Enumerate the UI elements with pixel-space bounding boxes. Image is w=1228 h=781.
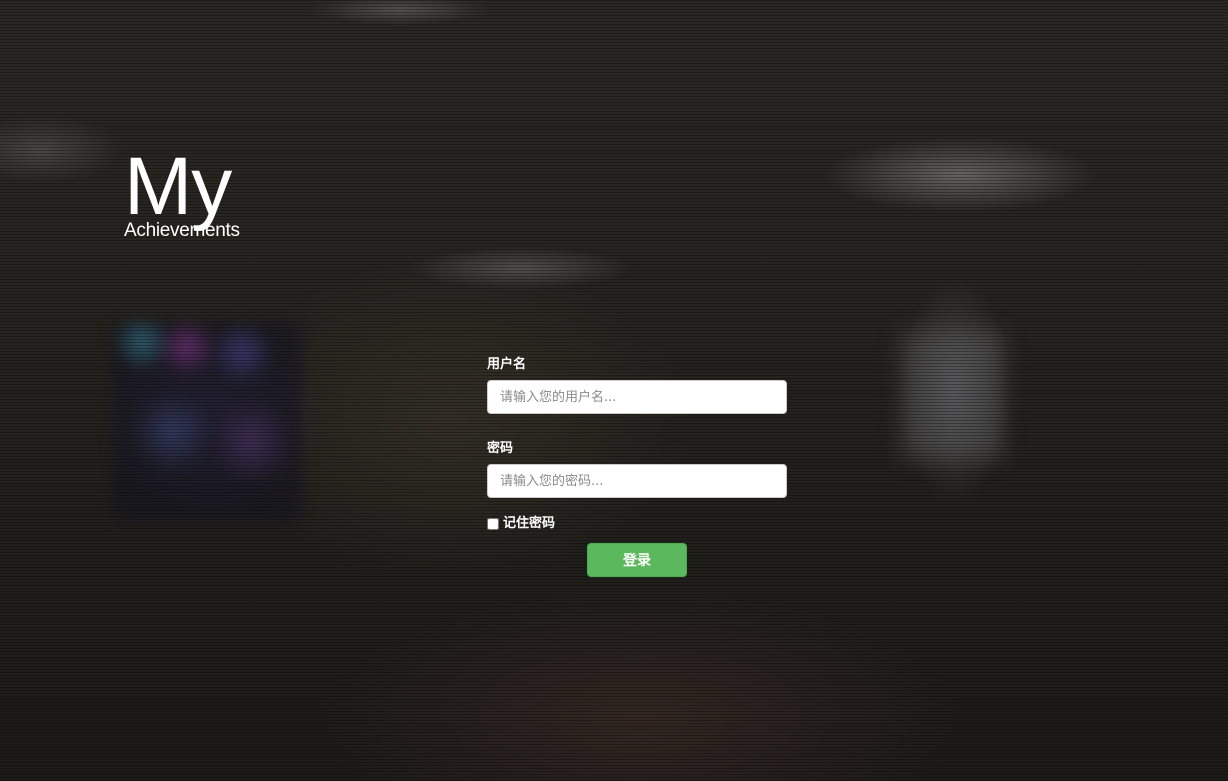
username-label: 用户名 [487,357,527,372]
login-form: 用户名 密码 记住密码 登录 [487,356,787,577]
brand-subtitle: Achievements [124,220,240,241]
username-input[interactable] [487,380,787,414]
password-input[interactable] [487,464,787,498]
brand-title: My [124,141,232,232]
brand-logo: My Achievements [124,142,240,242]
login-page: My Achievements 用户名 密码 记住密码 登录 [0,0,1228,781]
login-button[interactable]: 登录 [587,543,687,577]
remember-password-label[interactable]: 记住密码 [503,516,555,532]
remember-password-checkbox[interactable] [487,518,499,530]
remember-password-row: 记住密码 [487,516,787,532]
password-label: 密码 [487,441,514,456]
